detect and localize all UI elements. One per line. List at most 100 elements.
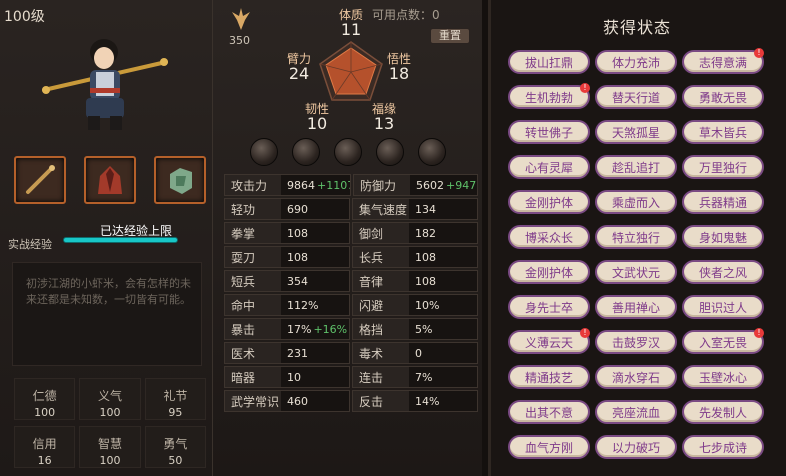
status-chip[interactable]: 血气方刚 [508,435,590,459]
status-label: 善用禅心 [611,300,660,315]
status-label: 以力破巧 [611,440,660,455]
status-chip[interactable]: 志得意满! [682,48,764,74]
accessory-slot[interactable] [154,156,206,204]
stat-cell: 攻击力 9864+1107 [224,174,351,196]
status-chip[interactable]: 天煞孤星 [595,120,677,144]
status-chip[interactable]: 侠者之风 [682,260,764,284]
status-chip[interactable]: 滴水穿石 [595,365,677,389]
status-label: 草木皆兵 [698,125,747,140]
stat-row: 武学常识 460 反击 14% [224,390,478,412]
virtue-name: 信用 [32,437,57,451]
status-chip[interactable]: 体力充沛 [595,50,677,74]
status-label: 身如鬼魅 [698,230,747,245]
stat-row: 耍刀 108 长兵 108 [224,246,478,268]
character-bio: 初涉江湖的小虾米，会有怎样的未来还都是未知数，一切皆有可能。 [26,277,191,306]
status-chip[interactable]: 七步成诗 [682,435,764,459]
status-chip[interactable]: 乘虚而入 [595,190,677,214]
stat-name: 闪避 [359,298,384,313]
status-chip[interactable]: 勇敢无畏 [682,85,764,109]
stat-name: 医术 [231,346,256,361]
status-label: 拔山扛鼎 [524,55,573,70]
status-chip[interactable]: 出其不意 [508,400,590,424]
status-chip[interactable]: 拔山扛鼎 [508,50,590,74]
attr-value: 24 [288,64,310,83]
stat-name: 格挡 [359,322,384,337]
status-chip[interactable]: 玉壁冰心 [682,365,764,389]
stat-number: 182 [415,226,436,240]
status-chip[interactable]: 万里独行 [682,155,764,179]
gem-socket[interactable] [376,138,404,166]
stat-value: 108 [281,223,349,243]
stat-number: 108 [415,250,436,264]
status-label: 血气方刚 [524,440,573,455]
attr-value: 13 [373,114,395,133]
stat-name: 攻击力 [231,178,268,193]
alert-badge-icon: ! [754,328,764,338]
status-grid: 拔山扛鼎 体力充沛 志得意满! 生机勃勃! 替天行道 勇敢无畏转世佛子 天煞孤星 草木皆兵心有… [508,48,764,459]
status-label: 万里独行 [698,160,747,175]
alert-badge-icon: ! [580,83,590,93]
status-chip[interactable]: 趁乱追打 [595,155,677,179]
points-value: 0 [432,8,440,22]
status-label: 先发制人 [698,405,747,420]
stat-number: 5602 [416,178,444,192]
status-chip[interactable]: 击鼓罗汉 [595,330,677,354]
alert-badge-icon: ! [754,48,764,58]
stat-value: 0 [409,343,477,363]
status-chip[interactable]: 心有灵犀 [508,155,590,179]
exp-label: 实战经验 [8,238,52,251]
virtue-name: 仁德 [32,389,57,403]
status-chip[interactable]: 金刚护体 [508,190,590,214]
status-chip[interactable]: 身如鬼魅 [682,225,764,249]
stat-number: 10 [287,370,301,384]
status-label: 文武状元 [611,265,660,280]
stat-number: 7% [415,370,433,384]
status-chip[interactable]: 义薄云天! [508,328,590,354]
stat-value: 9864+1107 [281,175,350,195]
status-label: 趁乱追打 [611,160,660,175]
status-chip[interactable]: 特立独行 [595,225,677,249]
status-chip[interactable]: 转世佛子 [508,120,590,144]
stat-value: 354 [281,271,349,291]
attr-value: 11 [340,20,362,39]
weapon-slot[interactable] [14,156,66,204]
status-chip[interactable]: 身先士卒 [508,295,590,319]
status-chip[interactable]: 博采众长 [508,225,590,249]
status-chip[interactable]: 精通技艺 [508,365,590,389]
stat-name: 拳掌 [231,226,256,241]
virtue-item: 义气 100 [79,378,141,420]
status-label: 精通技艺 [524,370,573,385]
stat-cell: 音律 108 [352,270,478,292]
status-chip[interactable]: 生机勃勃! [508,83,590,109]
status-label: 勇敢无畏 [698,90,747,105]
reset-button[interactable]: 重置 [430,28,470,44]
status-chip[interactable]: 善用禅心 [595,295,677,319]
status-chip[interactable]: 替天行道 [595,85,677,109]
gem-socket[interactable] [250,138,278,166]
socket-row [250,138,446,166]
status-label: 兵器精通 [698,195,747,210]
status-label: 体力充沛 [611,55,660,70]
gem-socket[interactable] [334,138,362,166]
stat-name: 武学常识 [231,394,280,409]
gem-socket[interactable] [292,138,320,166]
status-chip[interactable]: 草木皆兵 [682,120,764,144]
status-chip[interactable]: 文武状元 [595,260,677,284]
stat-name: 长兵 [359,250,384,265]
status-chip[interactable]: 兵器精通 [682,190,764,214]
status-chip[interactable]: 以力破巧 [595,435,677,459]
status-chip[interactable]: 金刚护体 [508,260,590,284]
status-chip[interactable]: 入室无畏! [682,328,764,354]
stat-cell: 医术 231 [224,342,350,364]
stat-value: 134 [409,199,477,219]
stat-name: 耍刀 [231,250,256,265]
status-chip[interactable]: 胆识过人 [682,295,764,319]
virtue-name: 礼节 [163,389,188,403]
stat-cell: 耍刀 108 [224,246,350,268]
stat-row: 攻击力 9864+1107 防御力 5602+947 [224,174,478,196]
status-chip[interactable]: 先发制人 [682,400,764,424]
gem-socket[interactable] [418,138,446,166]
equipment-slots [14,156,206,204]
status-chip[interactable]: 亮座流血 [595,400,677,424]
armor-slot[interactable] [84,156,136,204]
